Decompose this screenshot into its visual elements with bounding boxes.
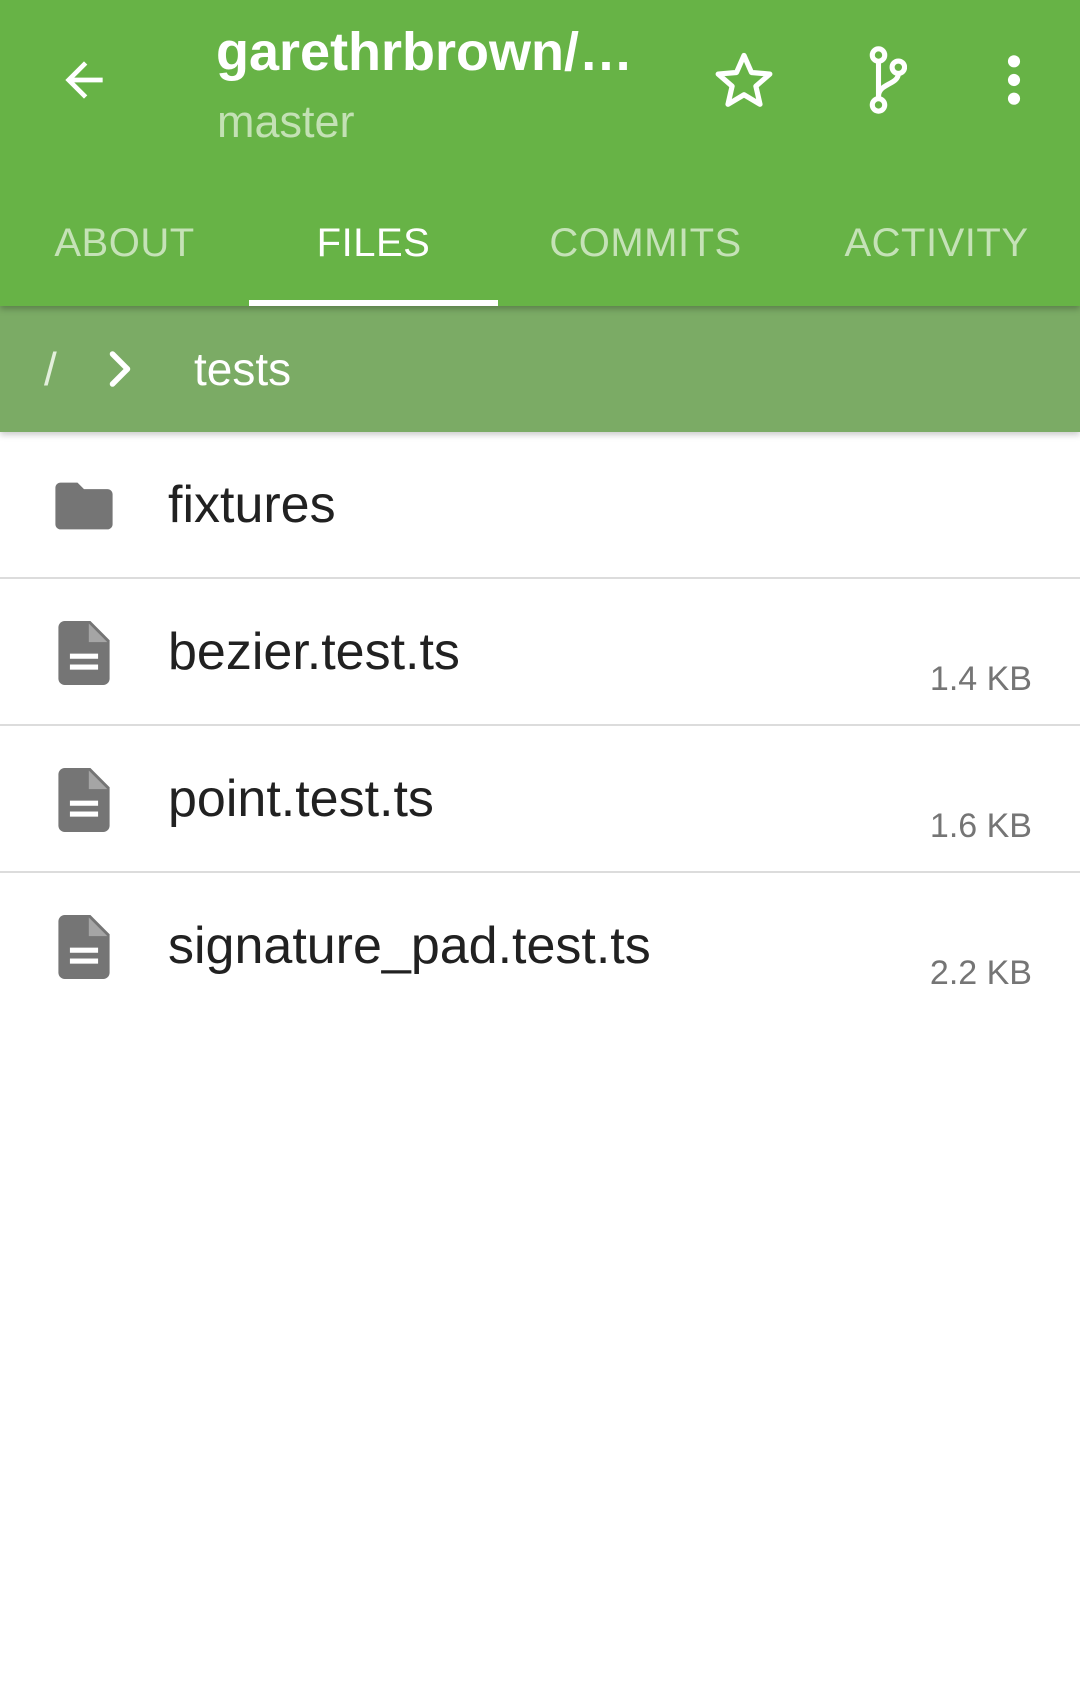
file-size: 1.4 KB [929, 660, 1032, 698]
branch-icon [869, 46, 907, 114]
file-name: fixtures [168, 476, 336, 534]
back-button[interactable] [44, 40, 124, 120]
repo-title: garethrbrown/… [216, 22, 634, 82]
list-item[interactable]: point.test.ts 1.6 KB [0, 726, 1080, 873]
file-document-icon [50, 766, 118, 834]
list-item[interactable]: signature_pad.test.ts 2.2 KB [0, 873, 1080, 1018]
tab-about[interactable]: ABOUT [0, 180, 249, 306]
toolbar: garethrbrown/… master ABOUT FILES COMMIT… [0, 0, 1080, 306]
file-document-icon [50, 619, 118, 687]
star-outline-icon [715, 52, 773, 107]
active-tab-indicator [249, 300, 498, 306]
list-item[interactable]: bezier.test.ts 1.4 KB [0, 579, 1080, 726]
folder-icon [50, 472, 118, 540]
list-item[interactable]: fixtures [0, 432, 1080, 579]
more-options-button[interactable] [972, 38, 1056, 122]
file-size: 1.6 KB [929, 807, 1032, 845]
breadcrumb: / tests [0, 306, 1080, 432]
breadcrumb-root[interactable]: / [44, 306, 57, 432]
star-button[interactable] [702, 38, 786, 122]
chevron-right-icon [102, 344, 138, 394]
file-name: signature_pad.test.ts [168, 917, 651, 975]
file-size: 2.2 KB [929, 954, 1032, 992]
tab-commits[interactable]: COMMITS [498, 180, 793, 306]
file-list: fixtures bezier.test.ts 1.4 KB point.tes… [0, 432, 1080, 1018]
app-root: garethrbrown/… master ABOUT FILES COMMIT… [0, 0, 1080, 1699]
tab-bar: ABOUT FILES COMMITS ACTIVITY [0, 180, 1080, 306]
file-name: bezier.test.ts [168, 623, 460, 681]
arrow-back-icon [65, 61, 103, 99]
file-document-icon [50, 913, 118, 981]
branch-subtitle: master [217, 96, 355, 147]
file-name: point.test.ts [168, 770, 434, 828]
tab-activity[interactable]: ACTIVITY [793, 180, 1080, 306]
breadcrumb-current[interactable]: tests [194, 306, 291, 432]
branch-button[interactable] [845, 38, 929, 122]
more-vert-icon [1007, 55, 1021, 105]
tab-files[interactable]: FILES [249, 180, 498, 306]
